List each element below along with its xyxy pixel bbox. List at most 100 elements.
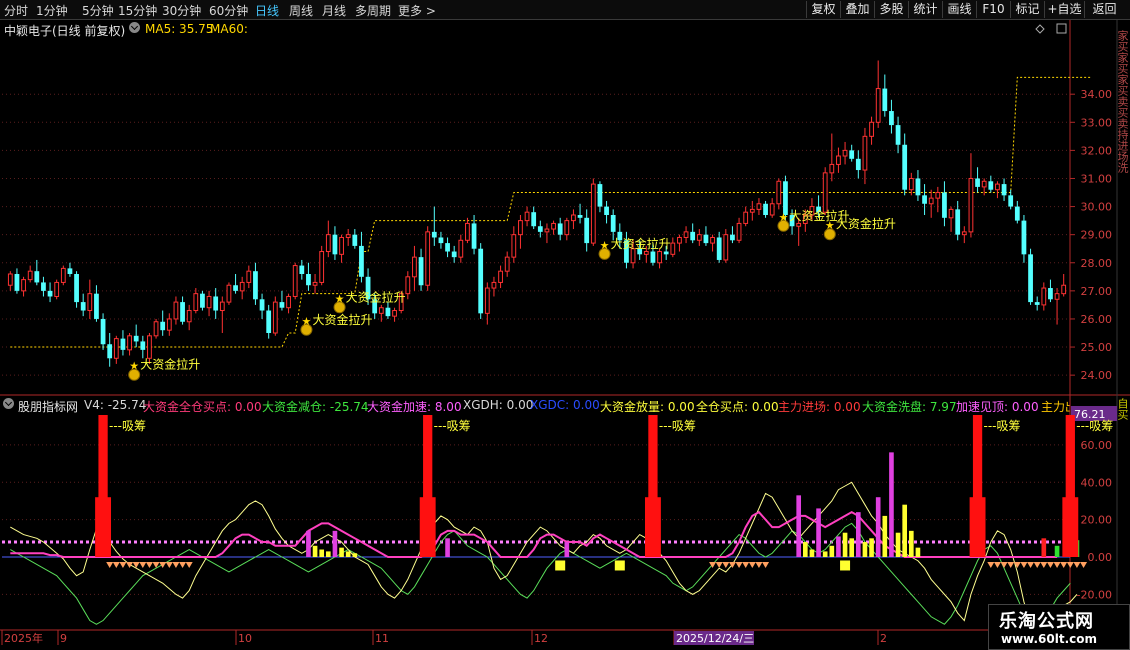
yellow-bar (908, 530, 914, 557)
candle-body (246, 270, 252, 283)
candle-body (557, 223, 563, 235)
side-text-bottom: 自买 (1117, 398, 1129, 420)
candle-body (173, 301, 179, 320)
down-triangle-icon (1027, 562, 1035, 568)
candle-body (577, 215, 583, 218)
signal-label: 大资金拉升 (611, 236, 671, 251)
candle-body (193, 293, 199, 312)
yellow-bar (325, 551, 331, 557)
candle-body (226, 284, 232, 303)
candle-body (763, 203, 768, 215)
down-triangle-icon (1080, 562, 1088, 568)
candle-body (604, 206, 609, 215)
magenta-bar (332, 530, 338, 557)
candle-body (107, 344, 113, 359)
candle-body (822, 172, 828, 213)
down-triangle-icon (165, 562, 173, 568)
candle-body (74, 274, 79, 303)
magenta-bar (855, 512, 861, 557)
candle-body (133, 335, 139, 342)
red-spike (648, 415, 658, 557)
yellow-square (555, 560, 566, 571)
candle-body (935, 192, 941, 199)
price-label: 30.00 (1081, 201, 1113, 214)
candle-body (60, 267, 66, 283)
candle-body (140, 341, 146, 350)
red-spike (972, 415, 983, 557)
magenta-bar (306, 530, 311, 557)
candle-body (590, 183, 596, 244)
candle-body (87, 293, 93, 312)
down-triangle-icon (1066, 562, 1074, 568)
candle-body (995, 183, 1000, 191)
candle-body (1041, 287, 1047, 306)
candle-body (279, 302, 285, 308)
candle-body (47, 290, 53, 297)
candle-body (405, 276, 411, 295)
down-triangle-icon (172, 562, 180, 568)
candle-body (1034, 302, 1040, 305)
candle-body (233, 285, 238, 291)
candle-body (723, 234, 729, 261)
candle-body (339, 236, 344, 255)
price-label: 27.00 (1081, 285, 1113, 298)
x-axis-label: 12 (534, 632, 548, 645)
candle-body (180, 302, 185, 322)
candle-body (431, 231, 437, 238)
candle-body (756, 203, 762, 210)
down-triangle-icon (748, 562, 756, 568)
candle-body (21, 279, 26, 292)
signal-label: 大资金拉升 (836, 216, 896, 231)
candle-body (41, 282, 46, 291)
candle-body (292, 265, 298, 297)
magenta-bar (564, 542, 570, 557)
down-triangle-icon (1007, 562, 1015, 568)
candle-body (749, 208, 755, 213)
star-icon: ★ (129, 360, 139, 373)
absorb-label: ---吸筹 (434, 419, 471, 433)
candle-body (253, 271, 258, 300)
candle-body (670, 242, 676, 255)
candle-body (67, 268, 73, 274)
candle-body (690, 231, 696, 241)
candle-body (511, 234, 517, 258)
yellow-bar (339, 547, 344, 557)
yellow-bar (345, 551, 351, 557)
candle-body (908, 177, 914, 191)
watermark-url: www.60lt.com (1001, 632, 1098, 646)
candle-body (710, 236, 715, 244)
candle-body (352, 234, 358, 246)
yellow-square (840, 560, 851, 571)
candle-body (286, 295, 291, 309)
candle-body (736, 222, 742, 241)
down-triangle-icon (185, 562, 193, 568)
candle-body (663, 251, 669, 255)
red-spike (1065, 415, 1075, 557)
candle-body (484, 287, 490, 314)
yellow-bar (902, 504, 908, 557)
candle-body (875, 88, 881, 123)
down-triangle-icon (1020, 562, 1028, 568)
candle-body (942, 192, 947, 218)
candle-body (862, 135, 868, 171)
star-icon: ★ (600, 239, 610, 252)
price-label: 31.00 (1081, 172, 1113, 185)
yellow-square (614, 560, 625, 571)
yellow-bar (849, 538, 855, 557)
candle-body (716, 237, 722, 260)
candle-body (928, 197, 934, 205)
candle-body (345, 234, 351, 238)
candle-body (359, 245, 364, 277)
price-label: 33.00 (1081, 116, 1113, 129)
green-bar (1054, 545, 1060, 557)
candle-body (955, 209, 961, 235)
x-axis-label: 2025年 (4, 631, 43, 645)
candle-body (166, 318, 172, 331)
price-label: 25.00 (1081, 341, 1113, 354)
candle-body (54, 281, 60, 297)
magenta-bar (889, 452, 894, 557)
price-label: 26.00 (1081, 313, 1113, 326)
candle-body (458, 239, 464, 258)
candle-body (769, 203, 775, 216)
candle-body (206, 295, 212, 309)
